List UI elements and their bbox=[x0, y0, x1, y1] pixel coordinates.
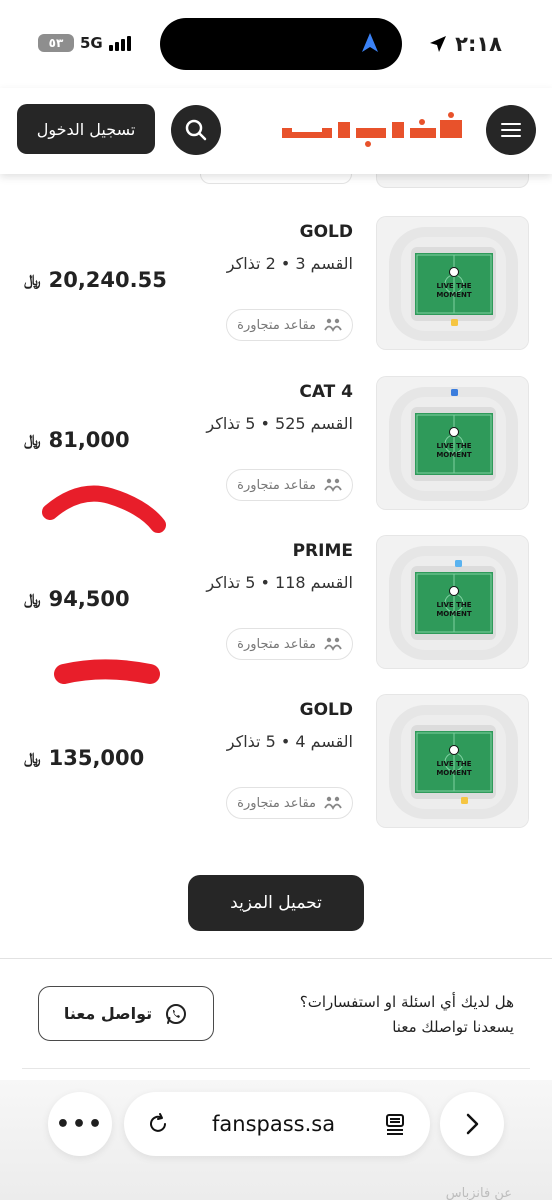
footer-peek-text: عن فانزباس bbox=[445, 1186, 512, 1200]
stadium-map-icon: LIVE THE MOMENT bbox=[377, 695, 528, 827]
adjacent-seats-chip: مقاعد متجاورة bbox=[226, 628, 353, 660]
pitch-text-bottom: MOMENT bbox=[436, 291, 472, 299]
location-arrow-icon bbox=[430, 36, 447, 52]
pitch-text-top: LIVE THE bbox=[436, 760, 471, 768]
navigation-arrow-icon bbox=[362, 33, 378, 52]
fanspass-logo[interactable] bbox=[276, 108, 466, 152]
pitch-text-bottom: MOMENT bbox=[436, 451, 472, 459]
network-label: 5G bbox=[80, 34, 103, 52]
people-icon bbox=[324, 318, 342, 332]
pitch-text-bottom: MOMENT bbox=[436, 610, 472, 618]
dynamic-island bbox=[160, 18, 402, 70]
section-and-quantity: القسم 118 • 5 تذاكر bbox=[206, 573, 353, 592]
adjacent-seats-chip: مقاعد متجاورة bbox=[226, 787, 353, 819]
price-value: 94,500 bbox=[48, 587, 130, 611]
pitch-text-bottom: MOMENT bbox=[436, 769, 472, 777]
address-bar[interactable]: fanspass.sa bbox=[124, 1092, 430, 1156]
stadium-map-thumbnail[interactable]: LIVE THE MOMENT bbox=[376, 376, 529, 510]
site-header: تسجيل الدخول bbox=[0, 88, 552, 174]
ticket-listing[interactable]: LIVE THE MOMENT GOLD القسم 3 • 2 تذاكر م… bbox=[0, 216, 552, 350]
contact-question: هل لديك أي اسئلة او استفسارات؟ bbox=[299, 993, 514, 1011]
section-marker bbox=[451, 389, 458, 396]
clock: ٢:١٨ bbox=[429, 32, 502, 56]
battery-icon: ٥٣ bbox=[38, 34, 74, 52]
adjacent-seats-label: مقاعد متجاورة bbox=[237, 795, 316, 811]
contact-us-button[interactable]: تواصل معنا bbox=[38, 986, 214, 1041]
chevron-right-icon bbox=[466, 1113, 479, 1135]
menu-icon-line bbox=[501, 129, 521, 131]
people-icon bbox=[324, 796, 342, 810]
people-icon bbox=[324, 637, 342, 651]
currency-symbol: ﷼ bbox=[24, 749, 41, 767]
time-label: ٢:١٨ bbox=[455, 32, 502, 56]
login-button[interactable]: تسجيل الدخول bbox=[17, 104, 155, 154]
reader-mode-icon[interactable] bbox=[384, 1112, 406, 1136]
browser-toolbar: ••• fanspass.sa bbox=[0, 1080, 552, 1200]
more-options-button[interactable]: ••• bbox=[48, 1092, 112, 1156]
contact-subtext: يسعدنا تواصلك معنا bbox=[392, 1018, 514, 1036]
adjacent-seats-chip: مقاعد متجاورة bbox=[226, 309, 353, 341]
url-text: fanspass.sa bbox=[212, 1112, 336, 1136]
pitch-text-top: LIVE THE bbox=[436, 442, 471, 450]
load-more-button[interactable]: تحميل المزيد bbox=[188, 875, 364, 931]
stadium-map-thumbnail[interactable]: LIVE THE MOMENT bbox=[376, 694, 529, 828]
contact-prompt: هل لديك أي اسئلة او استفسارات؟ يسعدنا تو… bbox=[300, 990, 514, 1040]
adjacent-seats-label: مقاعد متجاورة bbox=[237, 636, 316, 652]
stadium-map-thumbnail[interactable]: LIVE THE MOMENT bbox=[376, 216, 529, 350]
contact-us-label: تواصل معنا bbox=[63, 1004, 153, 1023]
price-value: 81,000 bbox=[48, 428, 130, 452]
signal-icon bbox=[108, 35, 131, 51]
stadium-map-icon: LIVE THE MOMENT bbox=[377, 377, 528, 509]
ticket-listing[interactable]: LIVE THE MOMENT CAT 4 القسم 525 • 5 تذاك… bbox=[0, 376, 552, 510]
ticket-tier: GOLD bbox=[299, 700, 353, 720]
section-marker bbox=[455, 560, 462, 567]
section-and-quantity: القسم 4 • 5 تذاكر bbox=[226, 732, 353, 751]
section-marker bbox=[461, 797, 468, 804]
adjacent-seats-chip-partial bbox=[200, 174, 352, 184]
ticket-price: ﷼ 94,500 bbox=[24, 587, 130, 611]
ellipsis-icon: ••• bbox=[55, 1111, 105, 1137]
menu-button[interactable] bbox=[486, 105, 536, 155]
ticket-price: ﷼ 135,000 bbox=[24, 746, 144, 770]
menu-icon-line bbox=[501, 135, 521, 137]
search-button[interactable] bbox=[171, 105, 221, 155]
ticket-price: ﷼ 20,240.55 bbox=[24, 268, 167, 292]
status-indicators: ٥٣ 5G bbox=[38, 34, 131, 52]
adjacent-seats-label: مقاعد متجاورة bbox=[237, 477, 316, 493]
people-icon bbox=[324, 478, 342, 492]
pitch-text-top: LIVE THE bbox=[436, 601, 471, 609]
currency-symbol: ﷼ bbox=[24, 271, 41, 289]
ticket-price: ﷼ 81,000 bbox=[24, 428, 130, 452]
forward-button[interactable] bbox=[440, 1092, 504, 1156]
price-value: 20,240.55 bbox=[48, 268, 167, 292]
ticket-listing[interactable]: LIVE THE MOMENT PRIME القسم 118 • 5 تذاك… bbox=[0, 535, 552, 669]
adjacent-seats-label: مقاعد متجاورة bbox=[237, 317, 316, 333]
ticket-tier: PRIME bbox=[292, 541, 353, 561]
currency-symbol: ﷼ bbox=[24, 590, 41, 608]
currency-symbol: ﷼ bbox=[24, 431, 41, 449]
stadium-map-icon: LIVE THE MOMENT bbox=[377, 536, 528, 668]
status-bar: ٥٣ 5G ٢:١٨ bbox=[0, 0, 552, 88]
section-divider bbox=[0, 958, 552, 959]
ticket-listing[interactable]: LIVE THE MOMENT GOLD القسم 4 • 5 تذاكر م… bbox=[0, 694, 552, 828]
menu-icon-line bbox=[501, 123, 521, 125]
pitch-text-top: LIVE THE bbox=[436, 282, 471, 290]
footer-divider bbox=[22, 1068, 530, 1069]
search-icon bbox=[185, 119, 207, 141]
price-value: 135,000 bbox=[48, 746, 145, 770]
adjacent-seats-chip: مقاعد متجاورة bbox=[226, 469, 353, 501]
section-and-quantity: القسم 525 • 5 تذاكر bbox=[206, 414, 353, 433]
listing-thumbnail-partial[interactable] bbox=[376, 174, 529, 188]
section-and-quantity: القسم 3 • 2 تذاكر bbox=[226, 254, 353, 273]
section-marker bbox=[451, 319, 458, 326]
ticket-tier: GOLD bbox=[299, 222, 353, 242]
reload-icon[interactable] bbox=[146, 1112, 170, 1136]
ticket-tier: CAT 4 bbox=[299, 382, 353, 402]
whatsapp-icon bbox=[166, 1003, 187, 1024]
stadium-map-thumbnail[interactable]: LIVE THE MOMENT bbox=[376, 535, 529, 669]
stadium-map-icon: LIVE THE MOMENT bbox=[377, 217, 528, 349]
